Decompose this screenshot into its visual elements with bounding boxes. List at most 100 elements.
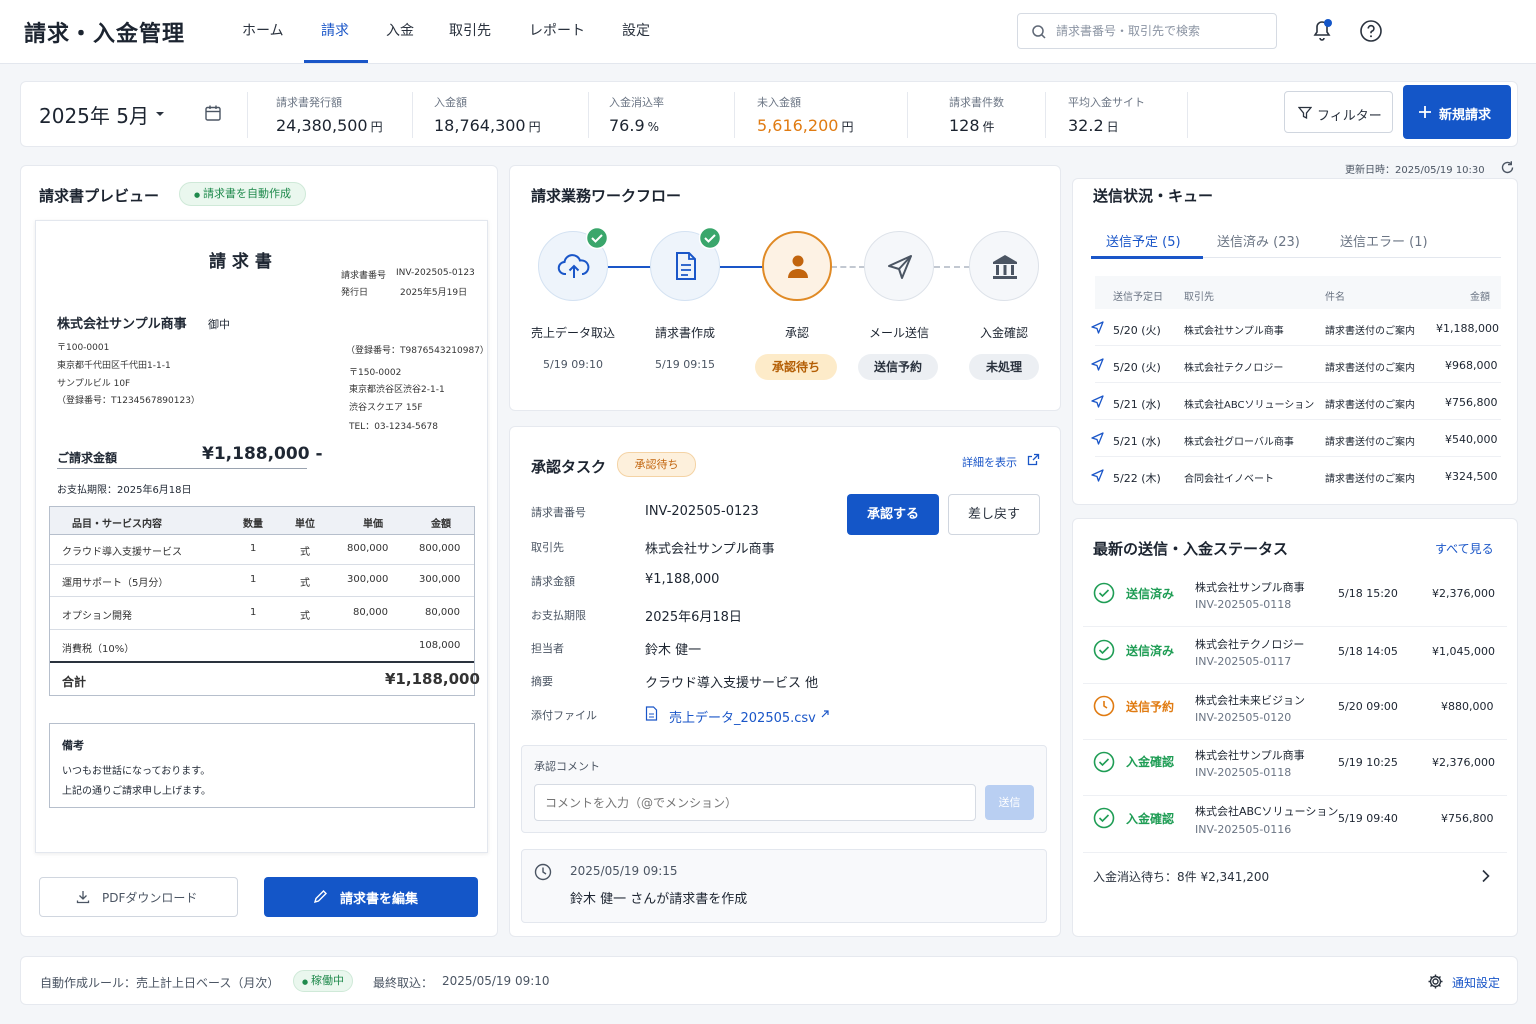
notify-settings-link[interactable]: 通知設定 bbox=[1452, 974, 1500, 991]
nav-settings[interactable]: 設定 bbox=[622, 20, 650, 40]
queue-row[interactable]: 5/20 (火) 株式会社サンプル商事 請求書送付のご案内 ¥1,188,000 bbox=[1091, 309, 1501, 346]
help-icon[interactable] bbox=[1359, 19, 1383, 43]
open-file-icon[interactable] bbox=[820, 709, 830, 719]
tab-sent[interactable]: 送信済み (23) bbox=[1217, 231, 1300, 250]
status-state: 送信済み bbox=[1126, 644, 1175, 658]
status-item[interactable]: 入金確認 株式会社サンプル商事 INV-202505-0118 5/19 10:… bbox=[1083, 740, 1507, 796]
approve-button[interactable]: 承認する bbox=[847, 494, 939, 535]
issuer-building: 渋谷スクエア 15F bbox=[349, 403, 423, 413]
amount-value: ¥1,188,000 - bbox=[202, 444, 323, 464]
last-import-value: 2025/05/19 09:10 bbox=[442, 974, 550, 988]
due-date: お支払期限：2025年6月18日 bbox=[57, 485, 192, 496]
stat-unpaid-value: 5,616,200 円 bbox=[757, 116, 854, 135]
refresh-icon[interactable] bbox=[1500, 160, 1515, 175]
stat-received-label: 入金額 bbox=[434, 96, 467, 109]
check-circle-icon bbox=[1093, 751, 1115, 773]
check-circle-icon bbox=[1093, 639, 1115, 661]
filter-icon bbox=[1298, 106, 1312, 120]
issuer-tel: TEL：03-1234-5678 bbox=[349, 422, 438, 432]
customer-reg-no: （登録番号：T1234567890123） bbox=[57, 396, 200, 406]
tab-scheduled[interactable]: 送信予定 (5) bbox=[1106, 231, 1181, 250]
step-send-badge: 送信予約 bbox=[858, 354, 938, 380]
nav-clients[interactable]: 取引先 bbox=[449, 20, 491, 40]
filter-button[interactable]: フィルター bbox=[1284, 91, 1393, 133]
row2-item: 運用サポート（5月分） bbox=[62, 578, 169, 589]
th-qty: 数量 bbox=[243, 519, 263, 530]
queue-date: 5/21 (水) bbox=[1113, 435, 1161, 448]
detail-link[interactable]: 詳細を表示 bbox=[962, 454, 1017, 470]
queue-row[interactable]: 5/20 (火) 株式会社テクノロジー 請求書送付のご案内 ¥968,000 bbox=[1091, 346, 1501, 383]
status-item[interactable]: 入金確認 株式会社ABCソリューション INV-202505-0116 5/19… bbox=[1083, 796, 1507, 853]
stat-site-value: 32.2 日 bbox=[1068, 116, 1119, 135]
invoice-honorific: 御中 bbox=[208, 318, 230, 331]
field-due-value: 2025年6月18日 bbox=[645, 610, 742, 625]
updated-time: 更新日時：2025/05/19 10:30 bbox=[1345, 165, 1485, 176]
queue-amount: ¥968,000 bbox=[1445, 359, 1498, 372]
reject-button[interactable]: 差し戻す bbox=[948, 494, 1040, 535]
step-send[interactable] bbox=[864, 231, 934, 301]
cloud-upload-icon bbox=[557, 252, 591, 282]
step-payment[interactable] bbox=[969, 231, 1039, 301]
status-company: 株式会社サンプル商事 bbox=[1195, 581, 1305, 594]
attachment-link[interactable]: 売上データ_202505.csv bbox=[669, 707, 816, 726]
queue-row[interactable]: 5/21 (水) 株式会社グローバル商事 請求書送付のご案内 ¥540,000 bbox=[1091, 420, 1501, 457]
field-owner-label: 担当者 bbox=[531, 642, 564, 655]
tab-error[interactable]: 送信エラー (1) bbox=[1340, 231, 1428, 250]
workflow-title: 請求業務ワークフロー bbox=[531, 187, 682, 205]
step-approve[interactable] bbox=[762, 231, 832, 301]
external-link-icon[interactable] bbox=[1027, 453, 1040, 466]
status-invoice: INV-202505-0116 bbox=[1195, 823, 1292, 836]
total-label: 合計 bbox=[62, 675, 87, 689]
pdf-download-label: PDFダウンロード bbox=[102, 891, 198, 905]
row2-price: 300,000 bbox=[347, 574, 389, 585]
status-company: 株式会社サンプル商事 bbox=[1195, 749, 1305, 762]
amount-underline bbox=[57, 468, 307, 469]
new-invoice-button[interactable]: 新規請求 bbox=[1403, 85, 1511, 139]
nav-billing[interactable]: 請求 bbox=[321, 20, 349, 40]
th-unit: 単位 bbox=[295, 519, 315, 530]
file-icon bbox=[645, 706, 658, 721]
total-value: ¥1,188,000 bbox=[385, 670, 480, 688]
calendar-icon[interactable] bbox=[204, 104, 222, 122]
field-summary-label: 摘要 bbox=[531, 675, 553, 688]
chevron-right-icon[interactable] bbox=[1481, 869, 1491, 883]
search-box[interactable] bbox=[1017, 13, 1277, 49]
queue-row[interactable]: 5/22 (木) 合同会社イノベート 請求書送付のご案内 ¥324,500 bbox=[1091, 457, 1501, 494]
status-invoice: INV-202505-0118 bbox=[1195, 766, 1292, 779]
queue-row[interactable]: 5/21 (水) 株式会社ABCソリューション 請求書送付のご案内 ¥756,8… bbox=[1091, 383, 1501, 420]
stat-issued-value: 24,380,500 円 bbox=[276, 116, 383, 135]
status-invoice: INV-202505-0118 bbox=[1195, 598, 1292, 611]
status-amount: ¥2,376,000 bbox=[1432, 587, 1495, 600]
log-text: 鈴木 健一 さんが請求書を作成 bbox=[570, 892, 748, 907]
footer-bar: 自動作成ルール：売上計上日ベース（月次） ● 稼働中 最終取込： 2025/05/… bbox=[20, 956, 1518, 1005]
send-icon bbox=[1091, 469, 1104, 482]
status-item[interactable]: 送信済み 株式会社テクノロジー INV-202505-0117 5/18 14:… bbox=[1083, 627, 1507, 684]
invoice-date-value: 2025年5月19日 bbox=[400, 288, 468, 298]
user-icon bbox=[784, 252, 812, 280]
step-payment-label: 入金確認 bbox=[979, 326, 1028, 340]
status-item[interactable]: 送信予約 株式会社未来ビジョン INV-202505-0120 5/20 09:… bbox=[1083, 684, 1507, 740]
queue-client: 合同会社イノベート bbox=[1184, 474, 1274, 485]
gear-icon[interactable] bbox=[1427, 973, 1444, 990]
row2-amount: 300,000 bbox=[419, 574, 461, 585]
queue-date: 5/20 (火) bbox=[1113, 324, 1161, 337]
invoice-no-label: 請求書番号 bbox=[341, 271, 387, 281]
search-input[interactable] bbox=[1056, 14, 1271, 48]
row2-unit: 式 bbox=[300, 578, 310, 589]
comment-input[interactable] bbox=[534, 784, 976, 821]
bell-icon[interactable] bbox=[1309, 17, 1335, 43]
nav-reports[interactable]: レポート bbox=[529, 20, 585, 40]
nav-home[interactable]: ホーム bbox=[242, 20, 284, 40]
pdf-download-button[interactable]: PDFダウンロード bbox=[39, 877, 238, 917]
field-due-label: お支払期限 bbox=[531, 609, 586, 622]
comment-send-button[interactable]: 送信 bbox=[985, 785, 1034, 820]
stats-bar: 2025年 5月 請求書発行額 24,380,500 円 入金額 18,764,3… bbox=[20, 81, 1518, 147]
chevron-down-icon[interactable] bbox=[155, 110, 165, 118]
edit-invoice-button[interactable]: 請求書を編集 bbox=[264, 877, 478, 917]
month-selector[interactable]: 2025年 5月 bbox=[39, 100, 149, 129]
nav-payment[interactable]: 入金 bbox=[386, 20, 414, 40]
amount-label: ご請求金額 bbox=[57, 451, 118, 465]
see-all-link[interactable]: すべて見る bbox=[1435, 540, 1494, 557]
status-item[interactable]: 送信済み 株式会社サンプル商事 INV-202505-0118 5/18 15:… bbox=[1083, 571, 1507, 627]
status-amount: ¥880,000 bbox=[1441, 700, 1494, 713]
